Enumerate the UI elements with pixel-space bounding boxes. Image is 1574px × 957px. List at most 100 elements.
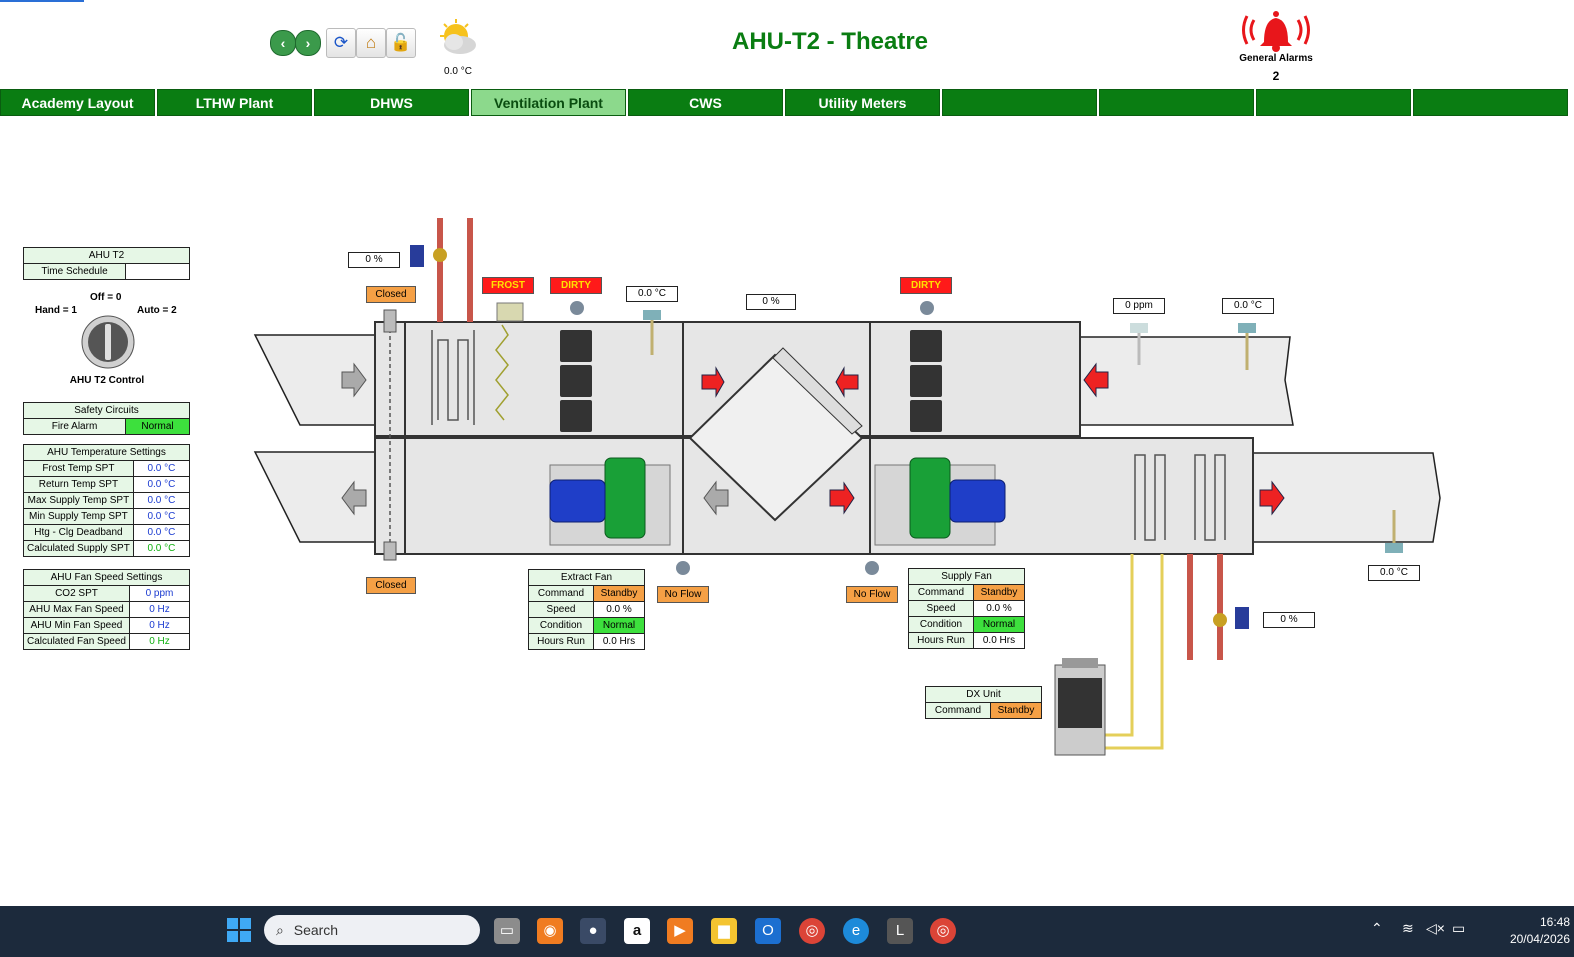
filter-2-status: DIRTY	[900, 277, 952, 294]
task-view-icon[interactable]: ▭	[494, 918, 520, 944]
min-supply-spt-value[interactable]: 0.0 °C	[132, 508, 191, 525]
min-fan-speed-label: AHU Min Fan Speed	[23, 617, 130, 634]
supply-command-label: Command	[908, 584, 974, 601]
control-auto-label: Auto = 2	[137, 305, 177, 316]
wifi-icon[interactable]: ≋	[1402, 920, 1414, 937]
deadband-label: Htg - Clg Deadband	[23, 524, 134, 541]
return-temp-value: 0.0 °C	[1222, 298, 1274, 314]
menu-lthw-plant[interactable]: LTHW Plant	[157, 89, 312, 116]
extract-command-value[interactable]: Standby	[593, 585, 645, 602]
return-co2-value: 0 ppm	[1113, 298, 1165, 314]
supply-command-value[interactable]: Standby	[973, 584, 1025, 601]
return-spt-label: Return Temp SPT	[23, 476, 134, 493]
ahu-panel-title: AHU T2	[23, 247, 190, 264]
dx-command-label: Command	[925, 702, 991, 719]
file-explorer-icon[interactable]: ▆	[711, 918, 737, 944]
supply-fan-graphic	[874, 457, 1006, 546]
chrome-icon[interactable]: ◎	[799, 918, 825, 944]
control-off-label: Off = 0	[90, 292, 122, 303]
menu-dhws[interactable]: DHWS	[314, 89, 469, 116]
frost-spt-label: Frost Temp SPT	[23, 460, 134, 477]
supply-speed-value: 0.0 %	[973, 600, 1025, 617]
deadband-value[interactable]: 0.0 °C	[132, 524, 191, 541]
damper-status-top: Closed	[366, 286, 416, 303]
supply-fan-title: Supply Fan	[908, 568, 1025, 585]
menu-empty-10[interactable]	[1413, 89, 1568, 116]
alarm-count: 2	[1272, 69, 1280, 83]
menu-ventilation-plant[interactable]: Ventilation Plant	[471, 89, 626, 116]
main-menu: Academy Layout LTHW Plant DHWS Ventilati…	[0, 89, 1574, 118]
co2-spt-label: CO2 SPT	[23, 585, 130, 602]
menu-utility-meters[interactable]: Utility Meters	[785, 89, 940, 116]
recovery-damper-position: 0 %	[746, 294, 796, 310]
frost-stat-head	[496, 302, 524, 322]
max-supply-spt-value[interactable]: 0.0 °C	[132, 492, 191, 509]
supply-fan-panel: Supply Fan Command Standby Speed 0.0 % Con…	[908, 568, 1025, 649]
menu-empty-7[interactable]	[942, 89, 1097, 116]
windows-start-icon[interactable]	[227, 918, 251, 942]
menu-cws[interactable]: CWS	[628, 89, 783, 116]
hand-off-auto-switch[interactable]	[80, 314, 136, 370]
outside-temp: 0.0 °C	[444, 66, 472, 77]
battery-icon[interactable]: ▭	[1452, 920, 1465, 937]
clg-valve-position: 0 %	[1263, 612, 1315, 628]
extract-speed-value: 0.0 %	[593, 601, 645, 618]
calc-fan-speed-value: 0 Hz	[128, 633, 191, 650]
max-fan-speed-label: AHU Max Fan Speed	[23, 601, 130, 618]
fire-alarm-status: Normal	[125, 418, 190, 435]
refrigerant-pipes	[1105, 554, 1164, 750]
chevron-up-icon[interactable]: ⌃	[1371, 920, 1383, 937]
page-title: AHU-T2 - Theatre	[731, 28, 929, 55]
edge-icon[interactable]: e	[843, 918, 869, 944]
menu-academy-layout[interactable]: Academy Layout	[0, 89, 155, 116]
return-spt-value[interactable]: 0.0 °C	[132, 476, 191, 493]
refresh-icon[interactable]: ⟳	[326, 28, 356, 58]
alarm-bell-icon[interactable]	[1240, 6, 1312, 52]
extract-condition-value: Normal	[593, 617, 645, 634]
back-button[interactable]: ‹	[270, 30, 296, 56]
amazon-icon[interactable]: a	[624, 918, 650, 944]
diff-pressure-switch-1	[570, 301, 584, 315]
copilot-icon[interactable]: ●	[580, 918, 606, 944]
extract-fan-panel: Extract Fan Command Standby Speed 0.0 % Co…	[528, 569, 645, 650]
taskbar-search[interactable]: ⌕ Search	[264, 915, 480, 945]
taskbar-clock[interactable]: 16:48 20/04/2026	[1480, 914, 1570, 948]
temps-title: AHU Temperature Settings	[23, 444, 190, 461]
outlook-icon[interactable]: O	[755, 918, 781, 944]
menu-empty-8[interactable]	[1099, 89, 1254, 116]
co2-spt-value[interactable]: 0 ppm	[128, 585, 191, 602]
trend-app-2-icon[interactable]: ▶	[667, 918, 693, 944]
min-fan-speed-value[interactable]: 0 Hz	[128, 617, 191, 634]
max-fan-speed-value[interactable]: 0 Hz	[128, 601, 191, 618]
frost-spt-value[interactable]: 0.0 °C	[132, 460, 191, 477]
min-supply-spt-label: Min Supply Temp SPT	[23, 508, 134, 525]
filter-1	[560, 330, 592, 432]
supply-condition-value: Normal	[973, 616, 1025, 633]
time-schedule-value[interactable]	[125, 263, 190, 280]
extract-fan-graphic	[549, 457, 671, 546]
filter-1-status: DIRTY	[550, 277, 602, 294]
search-placeholder: Search	[293, 922, 339, 938]
diff-pressure-switch-2	[920, 301, 934, 315]
filter-2	[910, 330, 942, 432]
safety-title: Safety Circuits	[23, 402, 190, 419]
search-icon: ⌕	[276, 922, 284, 938]
extract-hours-label: Hours Run	[528, 633, 594, 650]
control-label: AHU T2 Control	[69, 375, 145, 386]
damper-status-bottom: Closed	[366, 577, 416, 594]
forward-button[interactable]: ›	[295, 30, 321, 56]
trend-app-icon[interactable]: ◉	[537, 918, 563, 944]
time-schedule-label: Time Schedule	[23, 263, 126, 280]
window-top-accent	[0, 0, 84, 2]
home-icon[interactable]: ⌂	[356, 28, 386, 58]
volume-muted-icon[interactable]: ◁×	[1426, 920, 1445, 937]
lock-icon[interactable]: 🔓	[386, 28, 416, 58]
menu-empty-9[interactable]	[1256, 89, 1411, 116]
app-l-icon[interactable]: L	[887, 918, 913, 944]
chrome-profile-icon[interactable]: ◎	[930, 918, 956, 944]
dx-command-value[interactable]: Standby	[990, 702, 1042, 719]
clock-time: 16:48	[1539, 915, 1570, 929]
calc-supply-spt-value: 0.0 °C	[132, 540, 191, 557]
supply-temp-value: 0.0 °C	[1368, 565, 1420, 581]
clg-valve-actuator	[1235, 607, 1249, 629]
